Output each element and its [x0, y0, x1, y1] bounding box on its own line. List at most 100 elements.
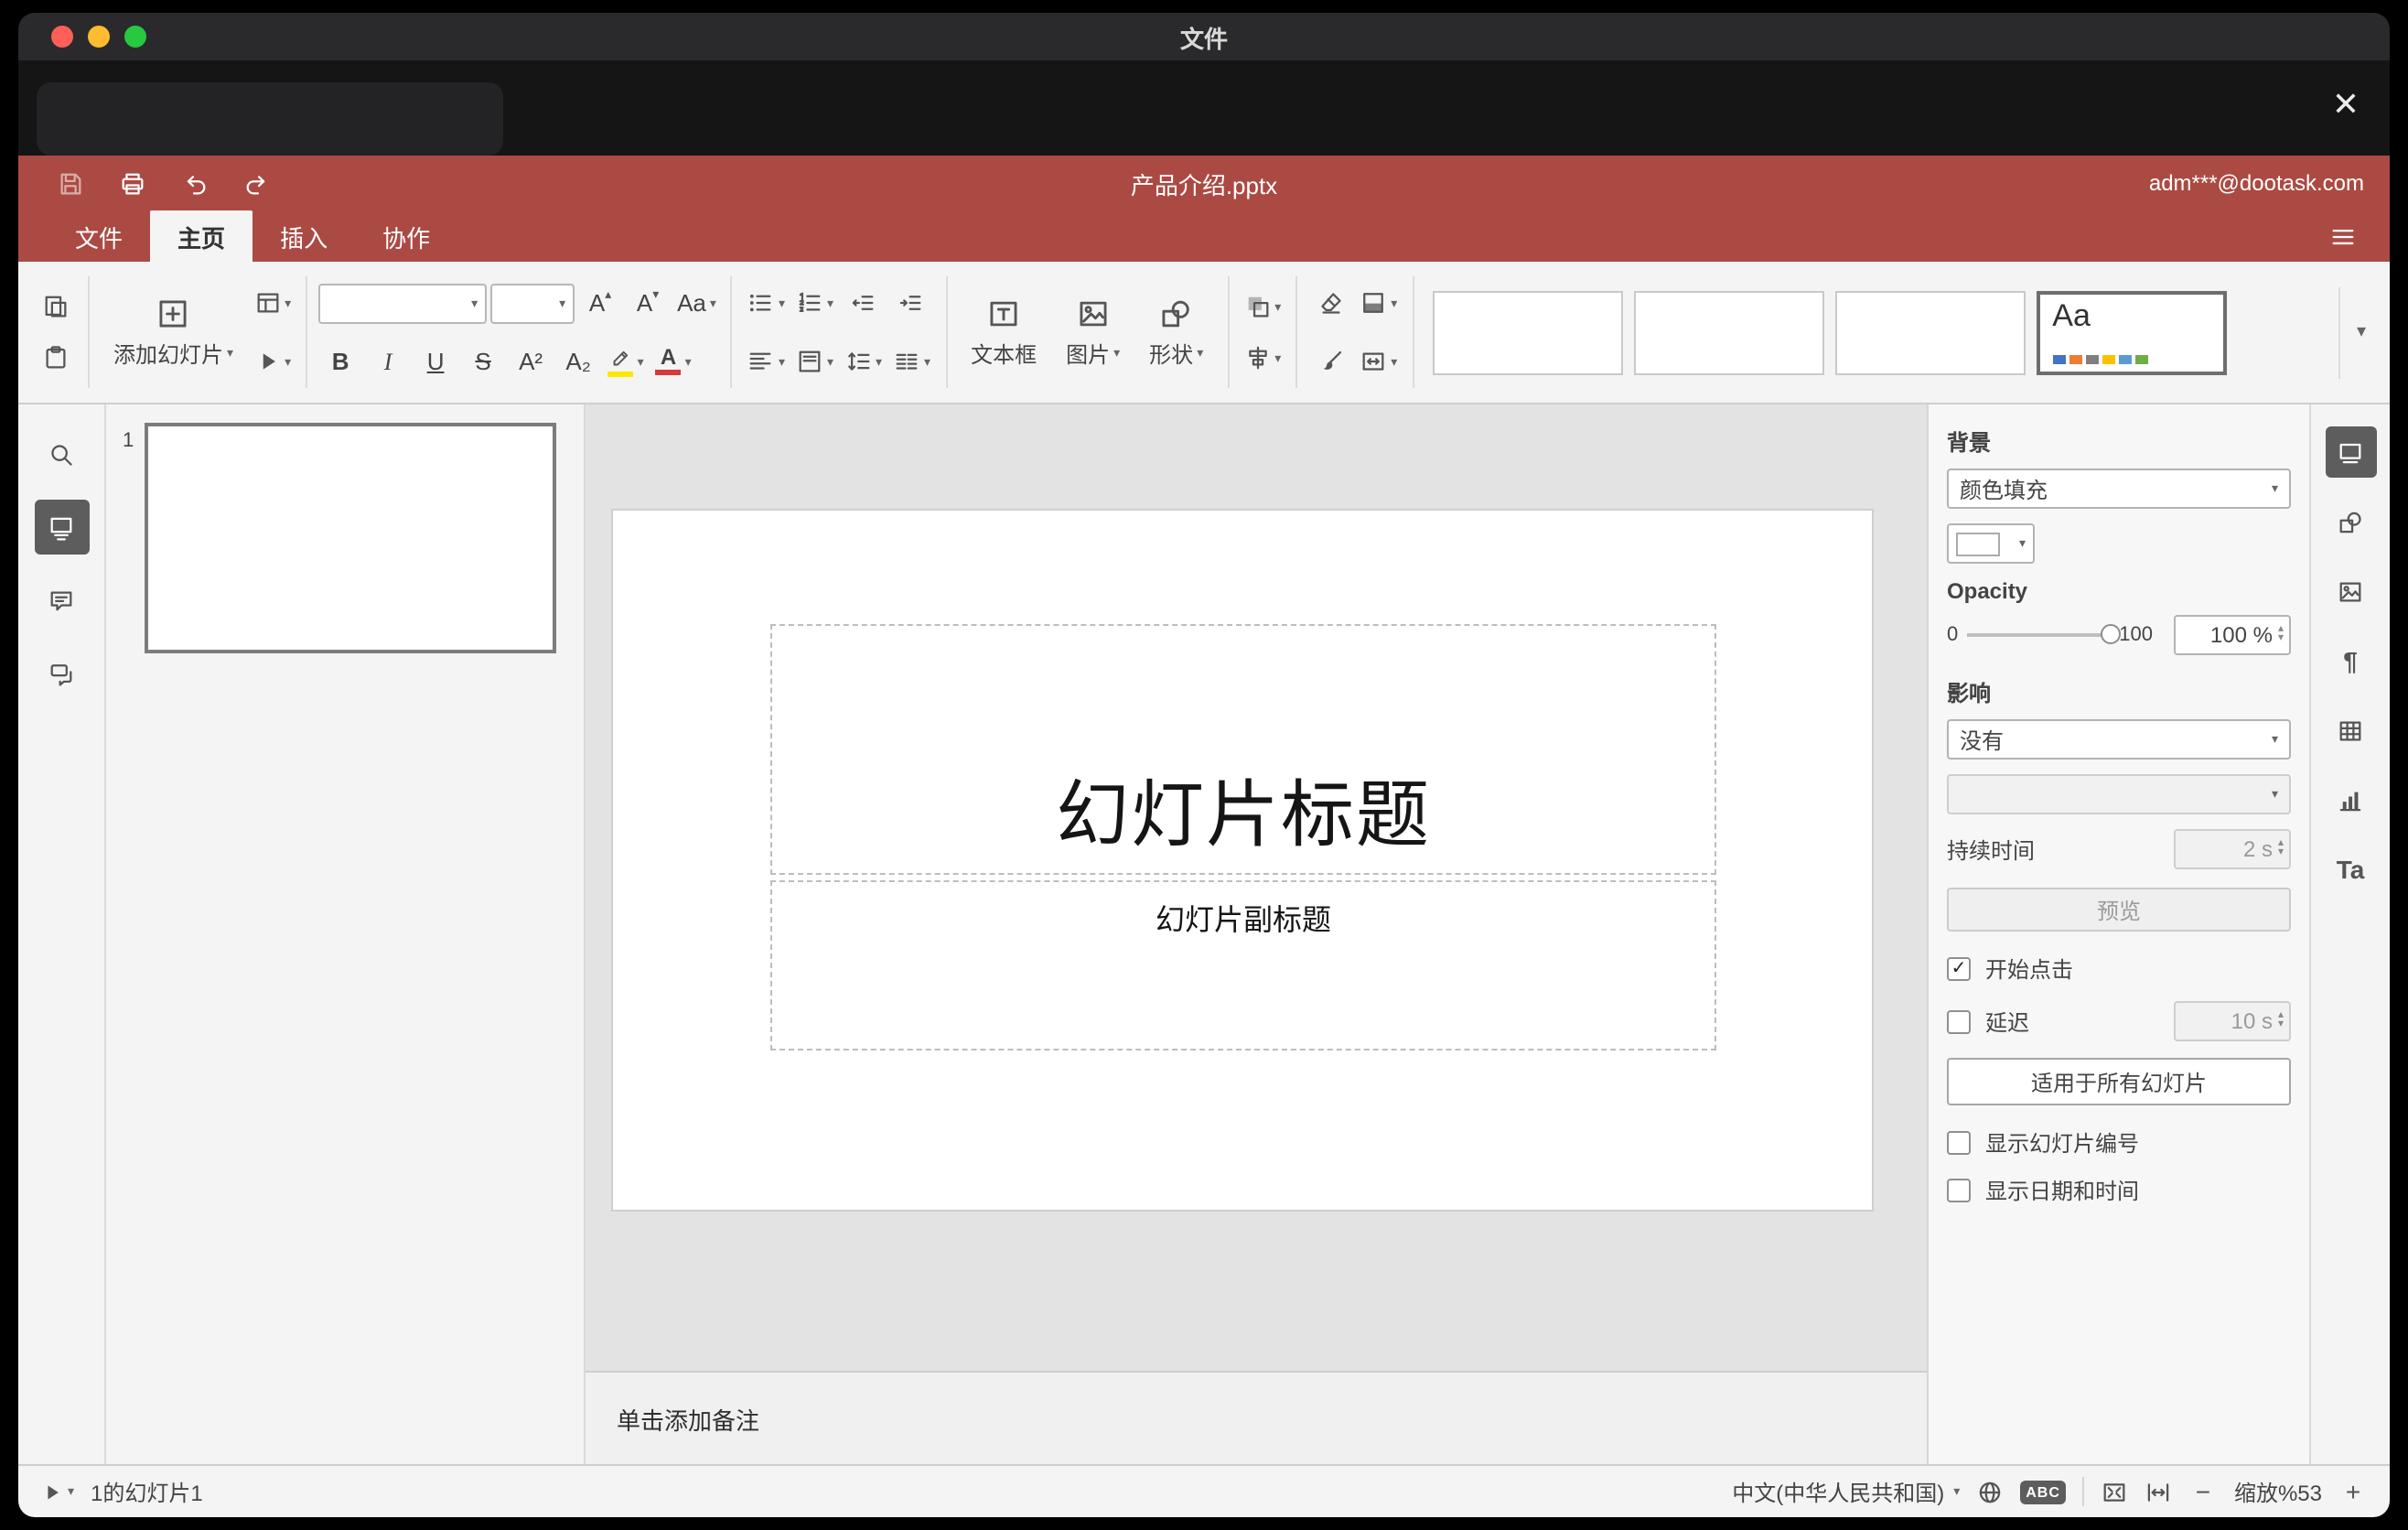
theme-option-selected[interactable]: Aa: [2036, 290, 2227, 374]
text-box-button[interactable]: 文本框: [958, 274, 1049, 391]
language-select[interactable]: 中文(中华人民共和国) ▾: [1732, 1476, 1960, 1507]
opacity-input[interactable]: 100 % ▴ ▾: [2174, 615, 2291, 655]
increase-indent-icon[interactable]: [888, 281, 932, 325]
paragraph-settings-icon[interactable]: ¶: [2325, 635, 2376, 686]
start-on-click-checkbox[interactable]: ✓: [1947, 957, 1971, 981]
italic-button[interactable]: I: [366, 339, 410, 383]
slide-size-button[interactable]: ▾: [1356, 339, 1401, 383]
document-bar: 产品介绍.pptx adm***@dootask.com: [18, 156, 2390, 210]
save-icon[interactable]: [51, 165, 88, 201]
account-email: adm***@dootask.com: [2148, 170, 2364, 196]
close-window-button[interactable]: [51, 26, 73, 48]
numbering-button[interactable]: ▾: [792, 281, 837, 325]
spinner-arrows-icon[interactable]: ▴ ▾: [2278, 838, 2284, 858]
apply-all-button[interactable]: 适用于所有幻灯片: [1947, 1058, 2291, 1105]
decrease-indent-icon[interactable]: [841, 281, 885, 325]
change-case-button[interactable]: Aa ▾: [673, 281, 720, 325]
effect-select[interactable]: 没有 ▾: [1947, 719, 2291, 760]
copy-style-icon[interactable]: [1308, 339, 1352, 383]
preview-button[interactable]: 预览: [1947, 888, 2291, 932]
spinner-arrows-icon[interactable]: ▴ ▾: [2278, 624, 2284, 644]
start-slideshow-status-button[interactable]: ▾: [40, 1480, 74, 1503]
theme-option-1[interactable]: [1432, 290, 1623, 374]
strikeout-button[interactable]: S: [461, 339, 505, 383]
text-art-settings-icon[interactable]: Ta: [2325, 844, 2376, 895]
close-icon[interactable]: ✕: [2324, 82, 2368, 126]
increment-font-button[interactable]: A ▴: [578, 281, 622, 325]
duration-input[interactable]: 2 s ▴ ▾: [2174, 829, 2291, 869]
subscript-button[interactable]: A₂: [556, 339, 600, 383]
clear-style-icon[interactable]: [1308, 281, 1352, 325]
highlight-color-button[interactable]: ▾: [604, 339, 648, 383]
show-slide-number-checkbox[interactable]: [1947, 1131, 1971, 1155]
zoom-in-icon[interactable]: +: [2338, 1477, 2368, 1506]
add-slide-button[interactable]: 添加幻灯片 ▾: [101, 274, 246, 391]
chart-settings-icon[interactable]: [2325, 774, 2376, 825]
slides-panel-icon[interactable]: [34, 500, 89, 555]
background-color-select[interactable]: ▾: [1947, 523, 2035, 564]
delay-input[interactable]: 10 s ▴ ▾: [2174, 1001, 2291, 1041]
redo-icon[interactable]: [238, 165, 274, 201]
delay-checkbox[interactable]: [1947, 1009, 1971, 1033]
align-shape-button[interactable]: ▾: [1240, 336, 1285, 380]
tab-file[interactable]: 文件: [48, 210, 150, 262]
theme-option-2[interactable]: [1633, 290, 1824, 374]
bold-button[interactable]: B: [318, 339, 362, 383]
subtitle-placeholder[interactable]: 幻灯片副标题: [770, 880, 1716, 1051]
notes-area[interactable]: 单击添加备注: [586, 1371, 1927, 1464]
bullets-button[interactable]: ▾: [744, 281, 789, 325]
tab-collaboration[interactable]: 协作: [355, 210, 457, 262]
font-color-button[interactable]: A ▾: [651, 339, 695, 383]
slide[interactable]: 幻灯片标题 幻灯片副标题: [611, 509, 1874, 1212]
zoom-out-icon[interactable]: −: [2188, 1477, 2218, 1506]
insert-image-button[interactable]: 图片 ▾: [1053, 274, 1133, 391]
tab-home[interactable]: 主页: [150, 210, 253, 262]
theme-option-3[interactable]: [1834, 290, 2026, 374]
chat-icon[interactable]: [34, 646, 89, 701]
table-settings-icon[interactable]: [2325, 705, 2376, 756]
spellcheck-icon[interactable]: ABC: [2020, 1480, 2066, 1503]
opacity-slider[interactable]: [1967, 624, 2122, 644]
arrange-shape-button[interactable]: ▾: [1240, 285, 1285, 329]
start-slideshow-button[interactable]: ▾: [250, 339, 295, 383]
undo-icon[interactable]: [176, 165, 212, 201]
slide-thumbnail[interactable]: [145, 423, 556, 653]
copy-icon[interactable]: [33, 285, 77, 329]
show-date-checkbox[interactable]: [1947, 1179, 1971, 1202]
arrow-down-icon: ▾: [2277, 1019, 2284, 1030]
underline-button[interactable]: U: [414, 339, 457, 383]
decrement-font-button[interactable]: A ▾: [626, 281, 670, 325]
document-language-icon[interactable]: [1976, 1478, 2004, 1505]
font-size-select[interactable]: ▾: [490, 283, 575, 323]
title-placeholder[interactable]: 幻灯片标题: [770, 624, 1716, 875]
search-icon[interactable]: [34, 426, 89, 481]
tab-insert[interactable]: 插入: [253, 210, 355, 262]
columns-button[interactable]: ▾: [889, 339, 934, 383]
effect-type-select[interactable]: ▾: [1947, 774, 2291, 814]
theme-gallery-expand-icon[interactable]: ▾: [2338, 286, 2379, 378]
arrow-down-icon: ▾: [652, 288, 660, 301]
color-scheme-button[interactable]: ▾: [1356, 281, 1401, 325]
minimize-window-button[interactable]: [88, 26, 110, 48]
theme-preview-text: Aa: [2052, 297, 2091, 332]
slide-layout-button[interactable]: ▾: [250, 281, 295, 325]
slide-settings-icon[interactable]: [2325, 426, 2376, 478]
menu-icon[interactable]: [2320, 214, 2364, 258]
print-icon[interactable]: [113, 165, 150, 201]
font-name-select[interactable]: ▾: [318, 283, 488, 323]
insert-shape-button[interactable]: 形状 ▾: [1136, 274, 1216, 391]
fit-slide-icon[interactable]: [2101, 1478, 2128, 1505]
background-fill-select[interactable]: 颜色填充 ▾: [1947, 469, 2291, 509]
image-settings-icon[interactable]: [2325, 566, 2376, 617]
paste-icon[interactable]: [33, 336, 77, 380]
shape-settings-icon[interactable]: [2325, 496, 2376, 547]
superscript-button[interactable]: A²: [509, 339, 553, 383]
opacity-slider-knob[interactable]: [2101, 624, 2122, 644]
fullscreen-window-button[interactable]: [124, 26, 146, 48]
comments-icon[interactable]: [34, 573, 89, 628]
fit-width-icon[interactable]: [2145, 1478, 2172, 1505]
horizontal-align-button[interactable]: ▾: [744, 339, 789, 383]
line-spacing-button[interactable]: ▾: [841, 339, 886, 383]
spinner-arrows-icon[interactable]: ▴ ▾: [2277, 1010, 2284, 1030]
vertical-align-button[interactable]: ▾: [792, 339, 837, 383]
